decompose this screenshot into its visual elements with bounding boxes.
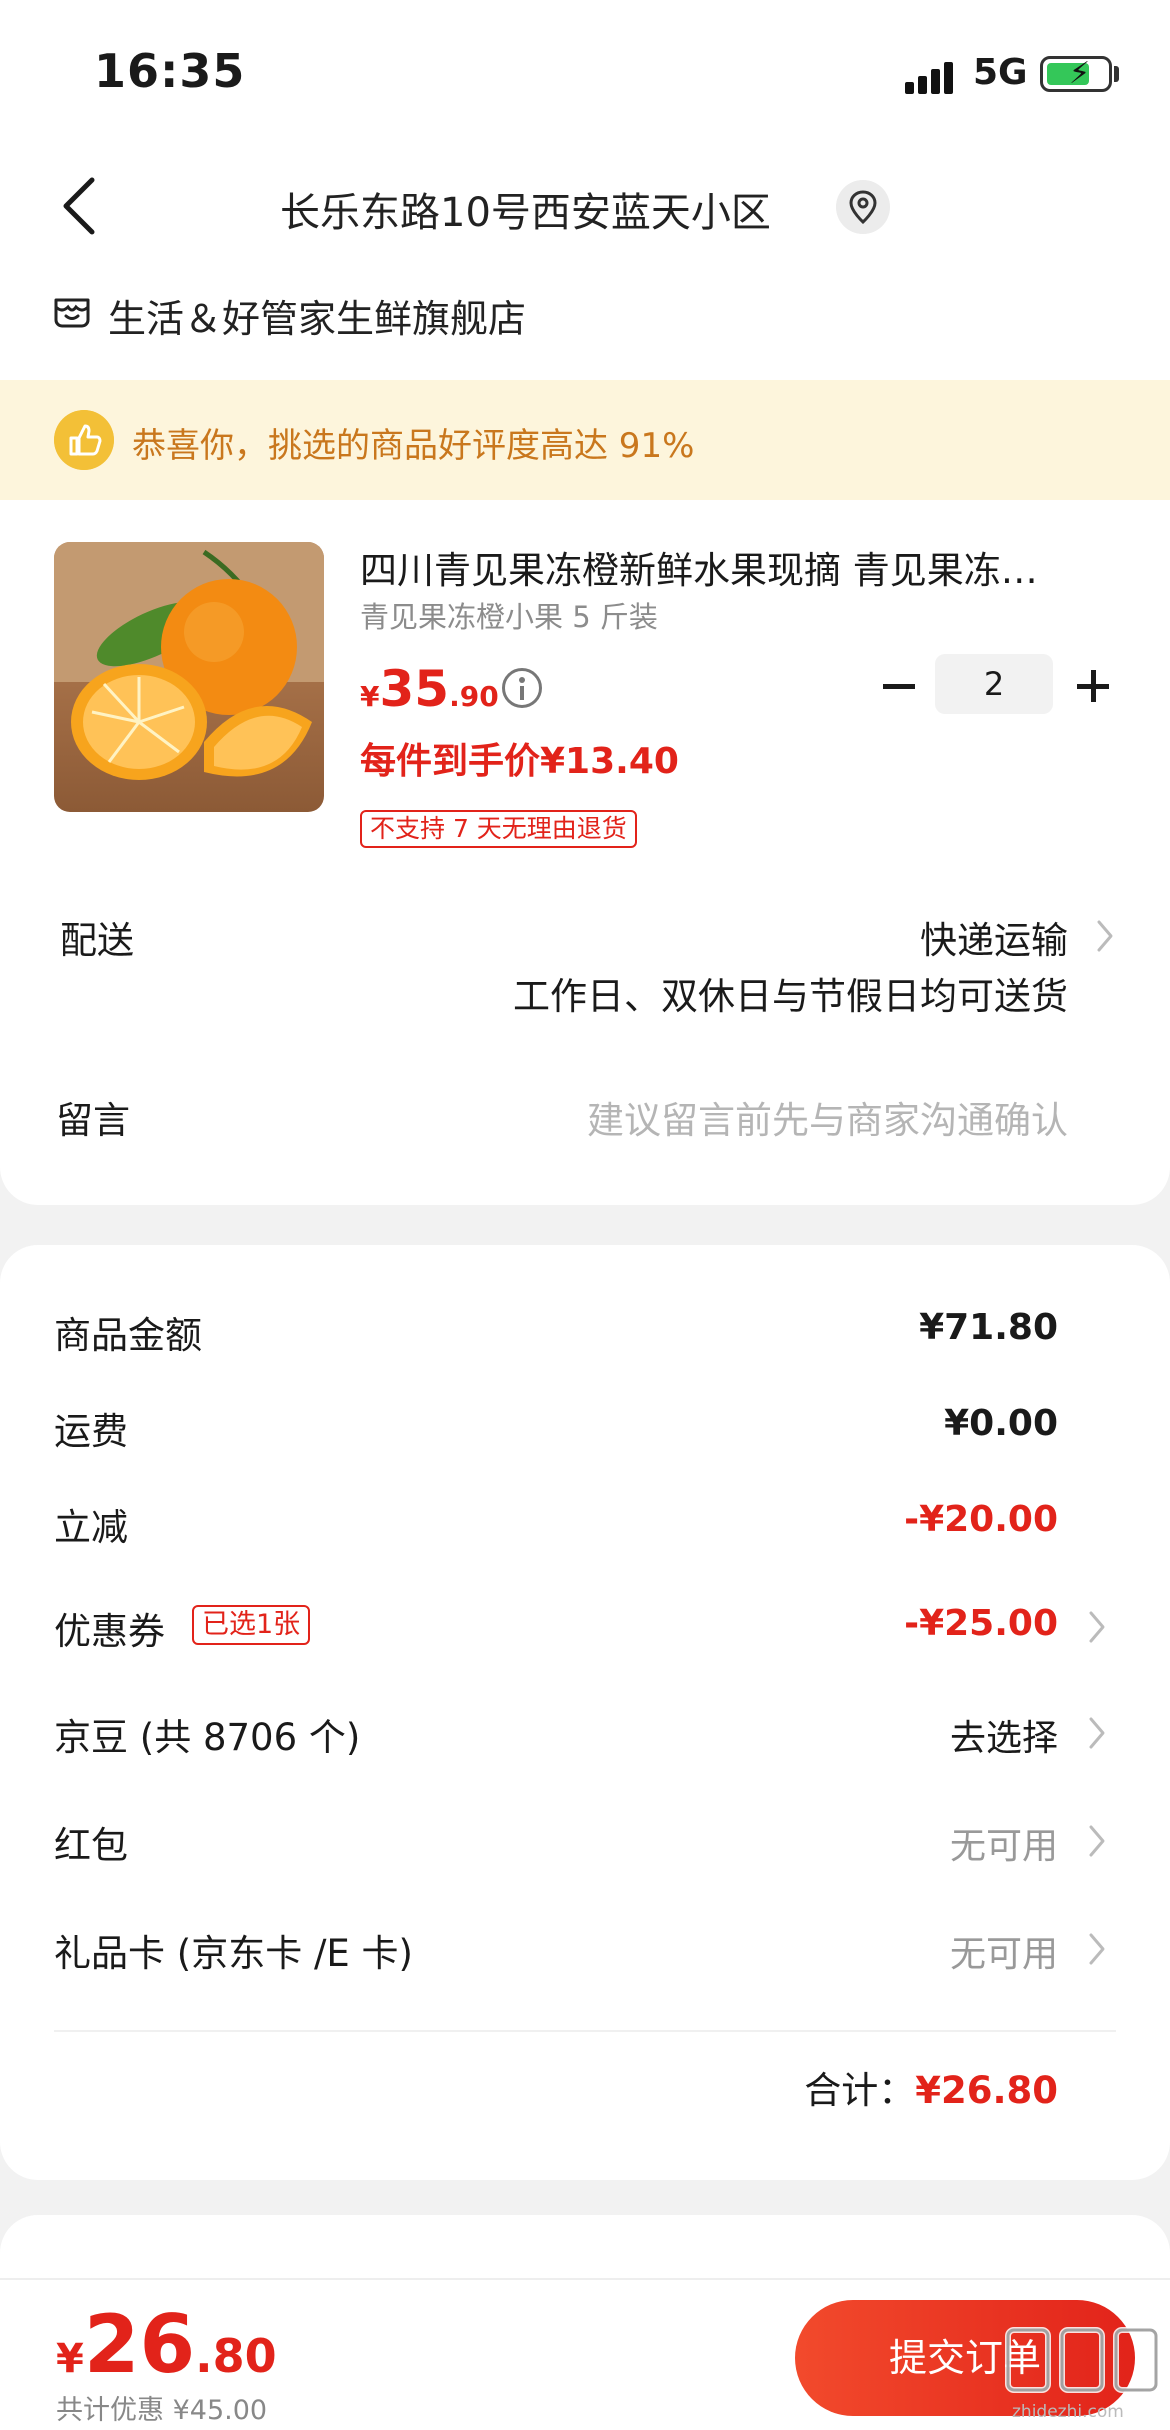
- back-arrow-icon[interactable]: [58, 174, 102, 238]
- product-image[interactable]: [54, 542, 324, 812]
- jingdou-row[interactable]: 京豆 (共 8706 个) 去选择: [0, 1697, 1170, 1767]
- freight-value: ¥0.00: [944, 1403, 1058, 1444]
- redpacket-value: 无可用: [949, 1826, 1058, 1867]
- giftcard-label: 礼品卡 (京东卡 /E 卡): [54, 1932, 413, 1975]
- jingdou-label: 京豆 (共 8706 个): [54, 1716, 361, 1759]
- info-icon[interactable]: [502, 668, 542, 708]
- watermark-text: zhidezhi.com: [1012, 2402, 1124, 2422]
- goods-amount-value: ¥71.80: [919, 1307, 1058, 1348]
- navbar: 长乐东路10号西安蓝天小区: [0, 150, 1170, 260]
- minus-icon[interactable]: [875, 654, 931, 720]
- location-pin-icon[interactable]: [836, 180, 890, 234]
- total-savings: 共计优惠 ¥45.00: [56, 2395, 268, 2426]
- status-bar: 16:35 5G ⚡: [0, 0, 1170, 140]
- price-decimal: .90: [449, 680, 499, 713]
- freight-label: 运费: [54, 1410, 128, 1453]
- delivery-chevron-right-icon[interactable]: [1094, 918, 1116, 954]
- message-input[interactable]: 建议留言前先与商家沟通确认: [587, 1090, 1068, 1144]
- jingdou-value: 去选择: [949, 1718, 1058, 1759]
- total-line: 合计：¥26.80: [804, 2060, 1058, 2114]
- giftcard-value: 无可用: [949, 1934, 1058, 1975]
- redpacket-label: 红包: [54, 1824, 128, 1867]
- goods-amount-row: 商品金额 ¥71.80: [0, 1295, 1170, 1365]
- product-title[interactable]: 四川青见果冻橙新鲜水果现摘 青见果冻…: [360, 540, 1100, 594]
- delivery-label: 配送: [60, 919, 134, 962]
- quantity-stepper: 2: [875, 654, 1125, 720]
- price-currency: ¥: [360, 680, 380, 713]
- goods-amount-label: 商品金额: [54, 1314, 202, 1357]
- coupon-label: 优惠券: [54, 1610, 165, 1653]
- payable-decimal: .80: [195, 2329, 277, 2383]
- total-amount: ¥26.80: [915, 2069, 1058, 2112]
- delivery-method[interactable]: 快递运输: [920, 910, 1068, 964]
- divider: [54, 2030, 1116, 2032]
- coupon-chevron-right-icon[interactable]: [1086, 1609, 1108, 1645]
- product-price: ¥35.90: [360, 660, 499, 718]
- coupon-row[interactable]: 优惠券 已选1张 -¥25.00: [0, 1591, 1170, 1661]
- cost-summary-card: 商品金额 ¥71.80 运费 ¥0.00 立减 -¥20.00 优惠券 已选1张…: [0, 1245, 1170, 2180]
- delivery-note: 工作日、双休日与节假日均可送货: [513, 975, 1068, 1018]
- total-label: 合计：: [804, 2069, 916, 2112]
- rating-text: 恭喜你，挑选的商品好评度高达 91%: [132, 426, 695, 466]
- order-header-card: 16:35 5G ⚡ 长乐东路10号西安蓝天小区 生活＆好管家生鲜旗舰店 恭喜你…: [0, 0, 1170, 1205]
- coupon-value: -¥25.00: [904, 1603, 1058, 1644]
- discount-label: 立减: [54, 1506, 128, 1549]
- discount-row: 立减 -¥20.00: [0, 1487, 1170, 1557]
- redpacket-chevron-right-icon[interactable]: [1086, 1823, 1108, 1859]
- battery-tip: [1114, 66, 1119, 82]
- plus-icon[interactable]: [1063, 654, 1119, 720]
- payable-integer: 26: [83, 2298, 196, 2391]
- status-time: 16:35: [94, 44, 246, 98]
- giftcard-chevron-right-icon[interactable]: [1086, 1931, 1108, 1967]
- coupon-selected-badge: 已选1张: [192, 1605, 311, 1645]
- freight-row: 运费 ¥0.00: [0, 1391, 1170, 1461]
- redpacket-row[interactable]: 红包 无可用: [0, 1805, 1170, 1875]
- payable-currency: ¥: [56, 2336, 84, 2382]
- price-integer: 35: [379, 660, 450, 718]
- checkout-bar: ¥26.80 共计优惠 ¥45.00 提交订单: [0, 2278, 1170, 2430]
- orange-illustration: [54, 542, 324, 780]
- rating-banner: 恭喜你，挑选的商品好评度高达 91%: [0, 380, 1170, 500]
- product-spec: 青见果冻橙小果 5 斤装: [360, 600, 658, 634]
- delivery-address[interactable]: 长乐东路10号西安蓝天小区: [280, 180, 771, 238]
- store-icon: [54, 298, 90, 328]
- payable-amount: ¥26.80: [56, 2298, 277, 2391]
- network-label: 5G: [973, 52, 1028, 93]
- order-confirm-page: 16:35 5G ⚡ 长乐东路10号西安蓝天小区 生活＆好管家生鲜旗舰店 恭喜你…: [0, 0, 1170, 2430]
- store-name: 生活＆好管家生鲜旗舰店: [108, 297, 527, 341]
- product-item: 四川青见果冻橙新鲜水果现摘 青见果冻… 青见果冻橙小果 5 斤装 ¥35.90 …: [0, 520, 1170, 860]
- battery-icon: ⚡: [1040, 56, 1112, 92]
- discount-value: -¥20.00: [904, 1499, 1058, 1540]
- no-return-tag: 不支持 7 天无理由退货: [360, 810, 637, 848]
- signal-icon: [905, 60, 959, 94]
- charging-bolt-icon: ⚡: [1069, 56, 1091, 91]
- thumbs-up-icon: [54, 410, 114, 470]
- store-row[interactable]: 生活＆好管家生鲜旗舰店: [0, 280, 1170, 350]
- quantity-field[interactable]: 2: [935, 654, 1053, 714]
- net-price: 每件到手价¥13.40: [360, 741, 679, 782]
- message-label: 留言: [56, 1099, 130, 1142]
- giftcard-row[interactable]: 礼品卡 (京东卡 /E 卡) 无可用: [0, 1913, 1170, 1983]
- jingdou-chevron-right-icon[interactable]: [1086, 1715, 1108, 1751]
